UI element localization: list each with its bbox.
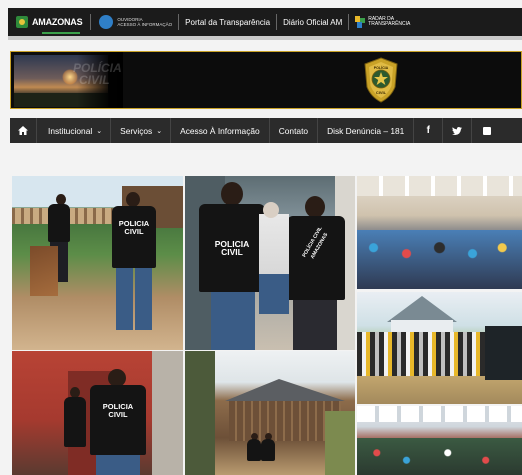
brand-underline [42,32,80,34]
badge-top-text: POLÍCIA [374,65,389,70]
nav-disk-denuncia[interactable]: Disk Denúncia – 181 [318,118,415,143]
badge-bottom-text: CIVIL [376,90,387,95]
home-link[interactable] [10,118,37,143]
radar-subtitle: TRANSPARÊNCIA [368,21,411,27]
gallery-photo[interactable]: POLICIA CIVIL [12,176,183,350]
nav-acesso-label: Acesso À Informação [180,125,260,136]
divider [276,14,278,30]
twitter-link[interactable] [443,118,473,143]
gallery-photo[interactable] [357,176,522,289]
divider [90,14,92,30]
nav-disk-denuncia-label: Disk Denúncia – 181 [327,125,405,136]
home-icon [18,126,28,135]
instagram-icon [482,126,491,135]
vest-text: POLICIA CIVIL [118,219,150,236]
divider [178,14,180,30]
nav-contato[interactable]: Contato [270,118,319,143]
nav-contato-label: Contato [278,125,309,136]
amazonas-brand-text: AMAZONAS [32,17,83,27]
vest-text-alt: POLÍCIA CIVIL AMAZONAS [301,225,330,261]
divider [8,36,522,40]
gallery-photo[interactable] [357,406,522,475]
nav-institucional-label: Institucional [48,125,93,136]
header-banner[interactable]: POLÍCIA CIVIL POLÍCIA CIVIL [10,51,522,109]
vest-text: POLICIA CIVIL [102,402,134,419]
divider [348,14,350,30]
ouvidoria-link[interactable]: OUVIDORIA ACESSO À INFORMAÇÃO [99,15,172,29]
ouvidoria-icon [99,15,114,29]
gallery-photo[interactable] [357,292,522,404]
nav-servicos[interactable]: Serviços ⌄ [111,118,172,143]
amazonas-logo[interactable]: AMAZONAS [16,16,83,28]
ouvidoria-subtitle: ACESSO À INFORMAÇÃO [117,22,173,27]
instagram-link[interactable] [472,118,501,143]
chevron-down-icon: ⌄ [96,127,103,135]
radar-icon [355,16,366,28]
page: AMAZONAS OUVIDORIA ACESSO À INFORMAÇÃO P… [0,0,522,475]
gallery-photo[interactable]: POLICIA CIVIL [12,351,183,475]
radar-transparencia-link[interactable]: RADAR DA TRANSPARÊNCIA [355,16,410,28]
diario-oficial-link[interactable]: Diário Oficial AM [283,18,342,27]
portal-transparencia-link[interactable]: Portal da Transparência [185,18,270,27]
nav-institucional[interactable]: Institucional ⌄ [37,118,112,143]
twitter-icon [452,126,463,135]
vest-text: POLICIA CIVIL [214,239,250,257]
policia-civil-badge-icon: POLÍCIA CIVIL [364,57,398,103]
gallery-photo[interactable]: POLICIA CIVIL POLÍCIA CIVIL AMAZONAS [185,176,355,350]
nav-servicos-label: Serviços [120,125,153,136]
chevron-down-icon: ⌄ [156,127,163,135]
gallery-photo[interactable] [185,351,355,475]
banner-watermark: POLÍCIA CIVIL [73,61,122,87]
facebook-icon: f [426,125,431,136]
nav-acesso-informacao[interactable]: Acesso À Informação [171,118,270,143]
amazonas-crest-icon [16,16,28,28]
gov-top-bar: AMAZONAS OUVIDORIA ACESSO À INFORMAÇÃO P… [8,8,522,36]
facebook-link[interactable]: f [414,118,444,143]
main-nav: Institucional ⌄ Serviços ⌄ Acesso À Info… [10,118,522,143]
